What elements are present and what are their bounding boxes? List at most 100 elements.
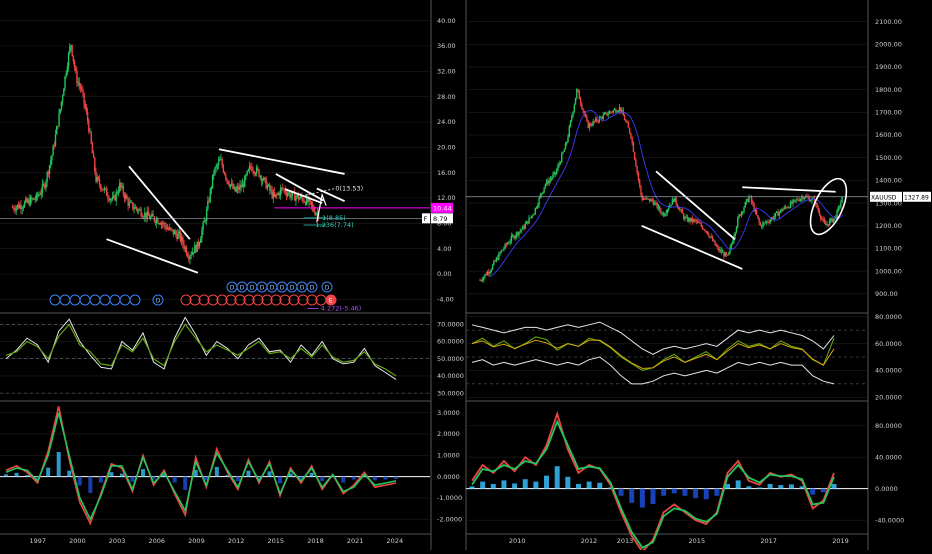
candle-body bbox=[303, 201, 305, 203]
candle-body bbox=[50, 160, 52, 166]
candle-body bbox=[832, 218, 834, 223]
y-tick-label: 3.0000 bbox=[437, 409, 460, 417]
candle-body bbox=[283, 188, 285, 190]
y-tick-label: 60.0000 bbox=[437, 338, 464, 346]
candle-body bbox=[54, 134, 57, 146]
y-tick-label: 0.00 bbox=[437, 270, 451, 278]
candle-body bbox=[776, 211, 778, 213]
y-tick-label: 1000.00 bbox=[875, 267, 902, 275]
y-tick-label: 30.0000 bbox=[437, 389, 464, 397]
candle-body bbox=[27, 199, 29, 203]
candle-body bbox=[732, 241, 734, 245]
candle-body bbox=[30, 197, 33, 200]
histogram-bar bbox=[109, 472, 114, 477]
candle-body bbox=[633, 152, 636, 160]
candle-body bbox=[196, 241, 198, 252]
histogram-bar bbox=[629, 488, 635, 503]
candle-body bbox=[295, 197, 297, 201]
candle-body bbox=[194, 245, 196, 254]
candle-body bbox=[718, 247, 720, 251]
histogram-bar bbox=[480, 481, 486, 489]
candle-body bbox=[142, 217, 145, 218]
candle-body bbox=[730, 244, 733, 247]
candle-body bbox=[837, 206, 840, 211]
candle-body bbox=[830, 218, 832, 221]
candle-body bbox=[826, 224, 828, 225]
candle-body bbox=[248, 166, 251, 170]
candle-body bbox=[315, 213, 317, 215]
candle-body bbox=[765, 221, 768, 223]
candle-body bbox=[589, 123, 592, 126]
candle-body bbox=[831, 218, 833, 223]
y-tick-label: 1700.00 bbox=[875, 109, 902, 117]
candle-body bbox=[672, 198, 675, 202]
candle-body bbox=[100, 184, 102, 190]
candle-body bbox=[670, 204, 672, 206]
histogram-bar bbox=[693, 488, 699, 499]
candle-body bbox=[245, 175, 247, 177]
candle-body bbox=[265, 178, 267, 189]
candle-body bbox=[226, 178, 228, 181]
candle-body bbox=[17, 204, 20, 209]
candle-body bbox=[501, 249, 504, 251]
candle-body bbox=[238, 186, 240, 190]
candle-body bbox=[710, 236, 713, 238]
candle-body bbox=[579, 99, 582, 104]
candle-body bbox=[631, 137, 633, 143]
candle-body bbox=[822, 219, 824, 221]
candle-body bbox=[768, 222, 770, 223]
histogram-bar bbox=[278, 476, 283, 484]
histogram-bar bbox=[372, 476, 377, 481]
candle-body bbox=[180, 237, 183, 241]
candle-body bbox=[177, 233, 179, 239]
event-marker-letter: D bbox=[260, 284, 265, 291]
candle-body bbox=[298, 198, 301, 200]
candle-body bbox=[632, 142, 635, 153]
candle-body bbox=[285, 192, 288, 196]
candle-body bbox=[207, 200, 209, 210]
candle-body bbox=[649, 198, 651, 202]
y-tick-label: 60.0000 bbox=[875, 340, 902, 348]
event-marker-letter: D bbox=[300, 284, 305, 291]
candle-body bbox=[500, 250, 503, 253]
candle-body bbox=[91, 143, 94, 154]
y-tick-label: 0.0000 bbox=[875, 485, 898, 493]
candle-body bbox=[750, 196, 753, 203]
candle-body bbox=[747, 199, 749, 202]
chart-workspace: 0(13.53) 1(8.85) 1.236(7.74) 4.272(-5.46) D D… bbox=[0, 0, 932, 554]
candle-body bbox=[594, 118, 597, 122]
candle-body bbox=[178, 231, 180, 234]
candle-body bbox=[778, 212, 780, 216]
y-tick-label: 12.00 bbox=[437, 194, 456, 202]
candle-body bbox=[138, 209, 140, 212]
candle-body bbox=[543, 187, 545, 192]
histogram-bar bbox=[351, 476, 356, 480]
candle-body bbox=[184, 247, 186, 249]
candle-body bbox=[136, 209, 139, 212]
candle-body bbox=[797, 199, 799, 201]
candle-body bbox=[38, 194, 40, 197]
chart-canvas[interactable]: 0(13.53)1(8.85)1.236(7.74)4.272(-5.46)D D… bbox=[0, 0, 932, 554]
candle-body bbox=[650, 199, 652, 202]
candle-body bbox=[225, 174, 227, 179]
candle-body bbox=[574, 97, 577, 105]
candle-body bbox=[296, 194, 298, 198]
candle-body bbox=[176, 233, 178, 239]
candle-body bbox=[21, 208, 23, 210]
candle-body bbox=[664, 214, 666, 217]
candle-body bbox=[60, 101, 63, 110]
candle-body bbox=[65, 72, 67, 77]
histogram-bar bbox=[490, 483, 496, 489]
candle-body bbox=[728, 251, 730, 256]
candle-body bbox=[67, 53, 70, 67]
candle-body bbox=[762, 222, 764, 227]
candle-body bbox=[752, 202, 754, 205]
price-label: XAUUSD bbox=[871, 194, 897, 201]
x-tick-label: 2017 bbox=[760, 537, 777, 545]
candle-body bbox=[621, 110, 623, 112]
candle-body bbox=[713, 240, 715, 242]
candle-body bbox=[686, 216, 689, 222]
candle-body bbox=[577, 89, 579, 92]
candle-body bbox=[690, 217, 692, 222]
candle-body bbox=[33, 198, 35, 200]
